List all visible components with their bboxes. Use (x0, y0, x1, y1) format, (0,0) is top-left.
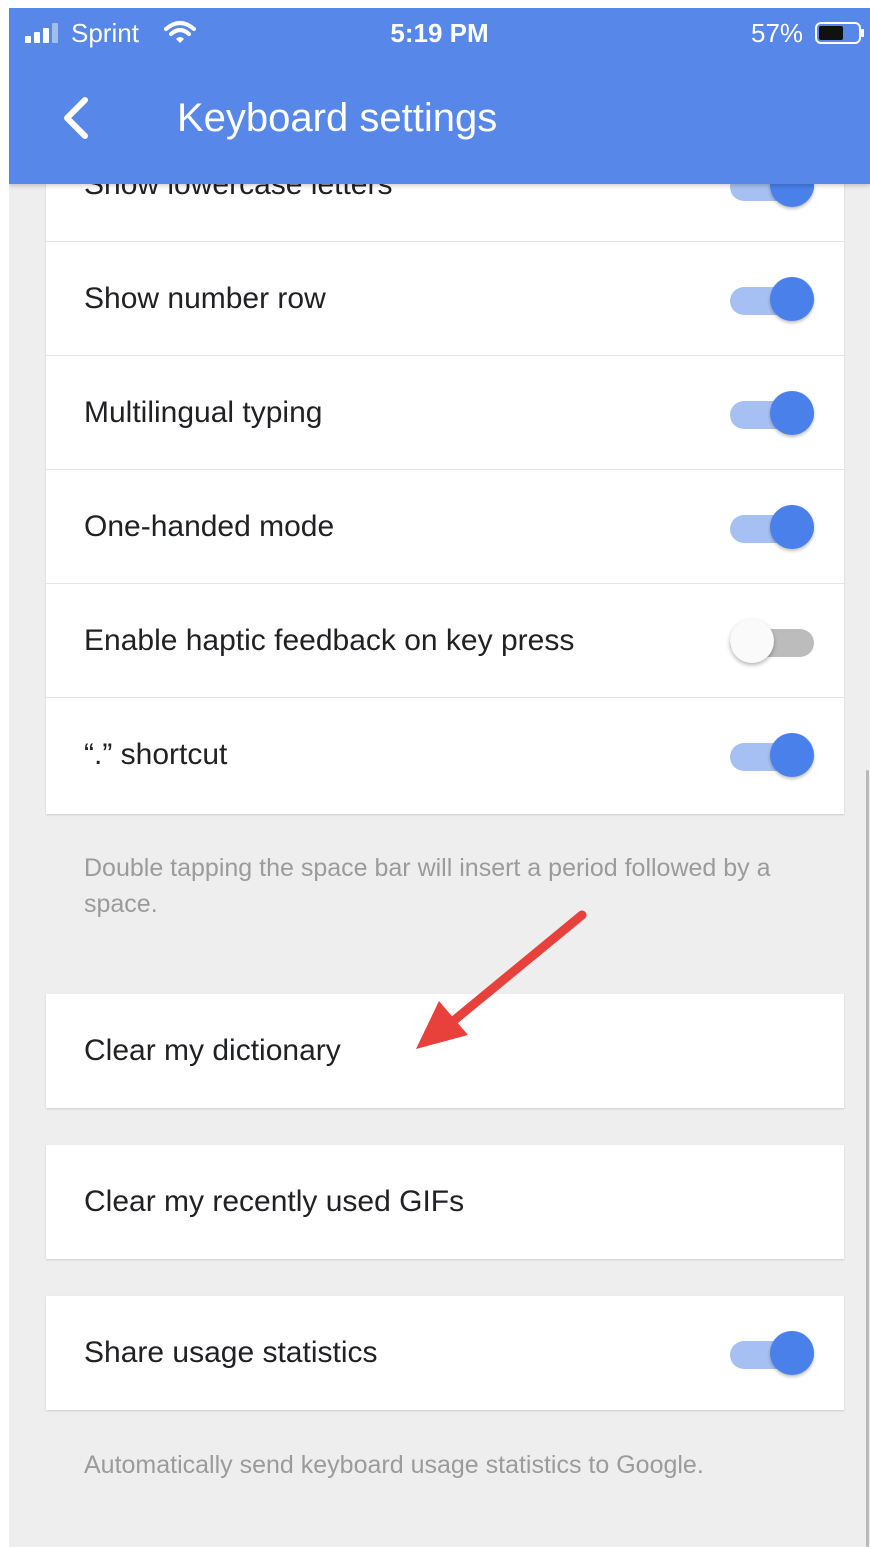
setting-row-multilingual[interactable]: Multilingual typing (46, 356, 844, 470)
setting-row-period-shortcut[interactable]: “.” shortcut (46, 698, 844, 812)
scrollbar[interactable] (866, 770, 869, 1547)
toggle-usage-stats[interactable] (730, 1329, 816, 1377)
status-time: 5:19 PM (390, 18, 489, 48)
screen: Sprint 5:19 PM 57% Keyboard settings Sho… (9, 8, 870, 1547)
battery-percent: 57% (751, 18, 804, 48)
usage-stats-description: Automatically send keyboard usage statis… (84, 1451, 704, 1479)
setting-label: “.” shortcut (84, 738, 228, 771)
usage-stats-card: Share usage statistics (46, 1296, 844, 1410)
clear-gifs-label: Clear my recently used GIFs (84, 1185, 465, 1218)
clear-dictionary-label: Clear my dictionary (84, 1034, 341, 1067)
setting-label: Multilingual typing (84, 395, 323, 429)
battery-icon (815, 22, 864, 44)
setting-row-one-handed[interactable]: One-handed mode (46, 470, 844, 584)
setting-row-number-row[interactable]: Show number row (46, 242, 844, 356)
annotation-arrow-icon (416, 910, 587, 1049)
page-title: Keyboard settings (177, 96, 498, 140)
setting-label: Show number row (84, 281, 326, 315)
toggle-period-shortcut[interactable] (730, 731, 816, 779)
settings-card: Show lowercase letters Show number row M… (46, 128, 844, 814)
app-bar: Sprint 5:19 PM 57% Keyboard settings (9, 8, 870, 184)
toggle-number-row[interactable] (730, 275, 816, 323)
toggle-one-handed[interactable] (730, 503, 816, 551)
setting-label: Enable haptic feedback on key press (84, 623, 575, 657)
usage-stats-label: Share usage statistics (84, 1336, 378, 1369)
setting-label: One-handed mode (84, 509, 335, 543)
clear-gifs-button[interactable]: Clear my recently used GIFs (46, 1145, 844, 1259)
clear-gifs-row[interactable]: Clear my recently used GIFs (46, 1145, 844, 1259)
back-arrow-icon[interactable] (53, 94, 101, 142)
setting-row-usage-stats[interactable]: Share usage statistics (46, 1296, 844, 1410)
status-bar: Sprint 5:19 PM 57% (9, 8, 870, 58)
toggle-multilingual[interactable] (730, 389, 816, 437)
toggle-haptic[interactable] (730, 617, 816, 665)
setting-row-haptic[interactable]: Enable haptic feedback on key press (46, 584, 844, 698)
